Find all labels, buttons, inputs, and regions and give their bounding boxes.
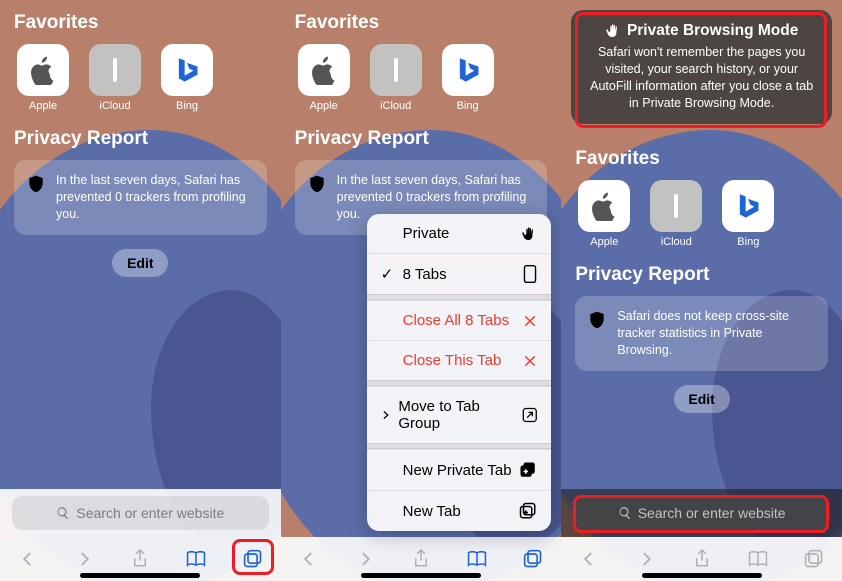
apple-icon: [589, 191, 619, 221]
bing-icon: [454, 56, 482, 84]
share-button[interactable]: [406, 544, 436, 574]
favorite-apple[interactable]: Apple: [575, 180, 633, 248]
favorites-title: Favorites: [14, 12, 267, 34]
edit-button[interactable]: Edit: [112, 249, 168, 277]
chevron-right-icon: [637, 550, 655, 568]
bookmarks-button[interactable]: [181, 544, 211, 574]
tab-group-menu: Private ✓8 Tabs Close All 8 Tabs Close T…: [367, 214, 552, 531]
screen-3-private-mode: Private Browsing Mode Safari won't remem…: [561, 0, 842, 581]
favorite-label: Bing: [176, 100, 198, 112]
bookmarks-button[interactable]: [462, 544, 492, 574]
privacy-report-text: In the last seven days, Safari has preve…: [56, 172, 255, 223]
favorite-icloud[interactable]: iCloud: [367, 44, 425, 112]
icloud-icon: [394, 58, 398, 82]
bing-icon: [173, 56, 201, 84]
tabs-plus-icon: [519, 502, 537, 520]
search-placeholder: Search or enter website: [76, 505, 224, 521]
forward-button[interactable]: [350, 544, 380, 574]
menu-item-new-tab[interactable]: New Tab: [367, 490, 552, 531]
back-button[interactable]: [574, 544, 604, 574]
close-icon: [523, 354, 537, 368]
share-button[interactable]: [687, 544, 717, 574]
share-icon: [693, 549, 711, 569]
shield-icon: [307, 174, 327, 194]
book-icon: [467, 550, 487, 568]
apple-icon: [309, 55, 339, 85]
favorite-icloud[interactable]: iCloud: [647, 180, 705, 248]
tabs-plus-icon: [519, 461, 537, 479]
screen-1-start-page: Favorites Apple iCloud Bing Privacy Repo…: [0, 0, 281, 581]
menu-item-close-this[interactable]: Close This Tab: [367, 340, 552, 380]
share-button[interactable]: [125, 544, 155, 574]
forward-button[interactable]: [631, 544, 661, 574]
favorite-label: Apple: [310, 100, 338, 112]
favorite-label: Apple: [29, 100, 57, 112]
forward-button[interactable]: [69, 544, 99, 574]
share-icon: [412, 549, 430, 569]
chevron-left-icon: [300, 550, 318, 568]
arrow-out-icon: [522, 407, 538, 423]
hand-icon: [521, 226, 537, 242]
privacy-report-title: Privacy Report: [14, 128, 267, 150]
favorite-icloud[interactable]: iCloud: [86, 44, 144, 112]
favorite-apple[interactable]: Apple: [14, 44, 72, 112]
chevron-right-icon: [356, 550, 374, 568]
close-icon: [523, 314, 537, 328]
favorite-label: iCloud: [380, 100, 411, 112]
chevron-left-icon: [19, 550, 37, 568]
favorites-title: Favorites: [575, 148, 828, 170]
privacy-report-title: Privacy Report: [295, 128, 548, 150]
menu-item-8-tabs[interactable]: ✓8 Tabs: [367, 253, 552, 294]
favorite-bing[interactable]: Bing: [439, 44, 497, 112]
share-icon: [131, 549, 149, 569]
icloud-icon: [113, 58, 117, 82]
favorite-label: iCloud: [99, 100, 130, 112]
search-bar-area: Search or enter website: [0, 489, 281, 537]
favorite-bing[interactable]: Bing: [158, 44, 216, 112]
highlight-tabs-button: [232, 539, 274, 575]
phone-icon: [523, 265, 537, 283]
search-field[interactable]: Search or enter website: [12, 496, 269, 530]
tabs-icon: [804, 549, 824, 569]
home-indicator: [361, 573, 481, 578]
menu-item-private[interactable]: Private: [367, 214, 552, 253]
privacy-report-card[interactable]: Safari does not keep cross-site tracker …: [575, 296, 828, 371]
favorite-apple[interactable]: Apple: [295, 44, 353, 112]
chevron-left-icon: [580, 550, 598, 568]
menu-item-close-all[interactable]: Close All 8 Tabs: [367, 300, 552, 340]
favorite-label: Apple: [590, 236, 618, 248]
back-button[interactable]: [294, 544, 324, 574]
bing-icon: [734, 192, 762, 220]
tabs-button[interactable]: [799, 544, 829, 574]
favorite-bing[interactable]: Bing: [719, 180, 777, 248]
menu-item-new-private-tab[interactable]: New Private Tab: [367, 449, 552, 490]
bookmarks-button[interactable]: [743, 544, 773, 574]
screen-2-tab-menu: Favorites Apple iCloud Bing Privacy Repo…: [281, 0, 562, 581]
favorites-title: Favorites: [295, 12, 548, 34]
tabs-icon: [523, 549, 543, 569]
chevron-right-icon: [75, 550, 93, 568]
highlight-search-field: [573, 495, 829, 533]
home-indicator: [80, 573, 200, 578]
chevron-right-icon: [381, 408, 391, 422]
apple-icon: [28, 55, 58, 85]
book-icon: [186, 550, 206, 568]
shield-icon: [26, 174, 46, 194]
book-icon: [748, 550, 768, 568]
edit-button[interactable]: Edit: [674, 385, 730, 413]
favorite-label: iCloud: [661, 236, 692, 248]
search-icon: [56, 506, 70, 520]
favorite-label: Bing: [737, 236, 759, 248]
favorite-label: Bing: [457, 100, 479, 112]
privacy-report-card[interactable]: In the last seven days, Safari has preve…: [14, 160, 267, 235]
privacy-report-text: Safari does not keep cross-site tracker …: [617, 308, 816, 359]
tabs-button[interactable]: [518, 544, 548, 574]
home-indicator: [642, 573, 762, 578]
privacy-report-title: Privacy Report: [575, 264, 828, 286]
menu-item-move-to-group[interactable]: Move to Tab Group: [367, 386, 552, 443]
icloud-icon: [674, 194, 678, 218]
back-button[interactable]: [13, 544, 43, 574]
shield-icon: [587, 310, 607, 330]
